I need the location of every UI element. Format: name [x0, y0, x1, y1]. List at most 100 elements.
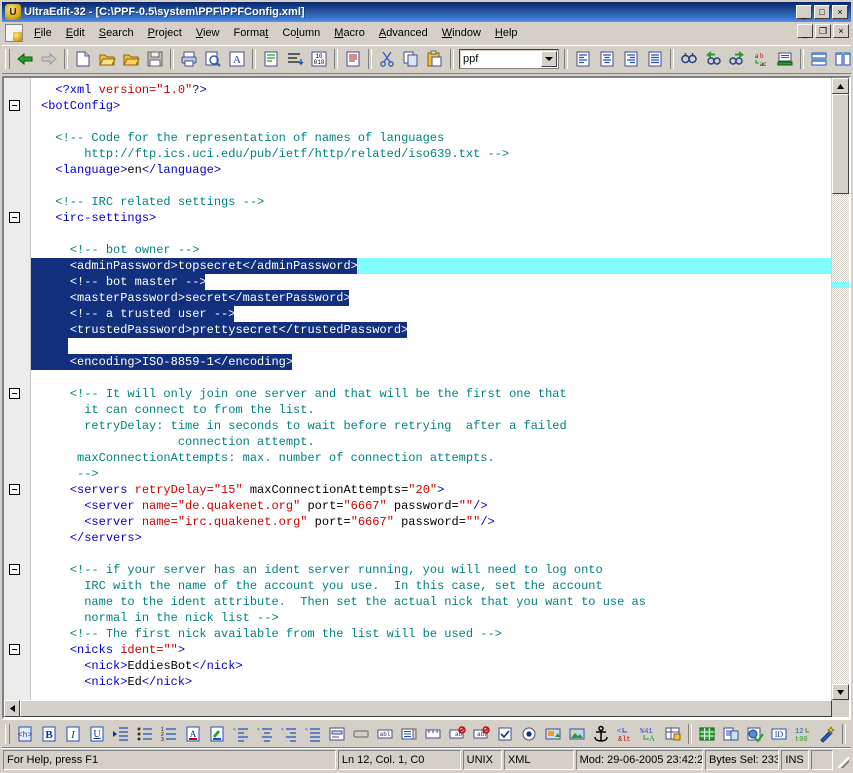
- code-line[interactable]: retryDelay: time in seconds to wait befo…: [41, 418, 567, 434]
- fold-toggle[interactable]: [9, 388, 20, 399]
- code-line[interactable]: </servers>: [41, 530, 142, 546]
- font-icon[interactable]: A: [225, 47, 249, 71]
- spell-check-icon[interactable]: [341, 47, 365, 71]
- code-line[interactable]: <!-- It will only join one server and th…: [41, 386, 567, 402]
- table-icon[interactable]: [695, 722, 719, 746]
- sort-icon[interactable]: [283, 47, 307, 71]
- menu-item-project[interactable]: Project: [141, 24, 189, 42]
- back-arrow-icon[interactable]: [13, 47, 37, 71]
- word-wrap-icon[interactable]: [259, 47, 283, 71]
- code-line[interactable]: <nicks ident="">: [41, 642, 185, 658]
- code-line[interactable]: [41, 338, 70, 354]
- button-icon[interactable]: [349, 722, 373, 746]
- code-line[interactable]: -->: [41, 466, 99, 482]
- bold-icon[interactable]: B: [37, 722, 61, 746]
- template-combo[interactable]: ppf: [459, 49, 559, 69]
- toolbar-grip[interactable]: [5, 724, 10, 744]
- listbox-icon[interactable]: [397, 722, 421, 746]
- close-button[interactable]: ×: [832, 5, 848, 19]
- toolbar-grip[interactable]: [5, 49, 10, 69]
- save-icon[interactable]: [143, 47, 167, 71]
- underline-icon[interactable]: U: [85, 722, 109, 746]
- menu-item-search[interactable]: Search: [92, 24, 141, 42]
- code-line[interactable]: <language>en</language>: [41, 162, 221, 178]
- maximize-button[interactable]: □: [814, 5, 830, 19]
- code-editor[interactable]: <?xml version="1.0"?> <botConfig> <!-- Co…: [31, 78, 831, 700]
- scroll-thumb[interactable]: [832, 94, 849, 194]
- menu-item-view[interactable]: View: [189, 24, 227, 42]
- fold-toggle[interactable]: [9, 100, 20, 111]
- password-field-icon[interactable]: ***: [421, 722, 445, 746]
- code-line[interactable]: <?xml version="1.0"?>: [41, 82, 206, 98]
- forward-arrow-icon[interactable]: [37, 47, 61, 71]
- chevron-down-icon[interactable]: [541, 51, 557, 67]
- para-left-icon[interactable]: <: [229, 722, 253, 746]
- menu-item-file[interactable]: File: [27, 24, 59, 42]
- bullet-list-icon[interactable]: [133, 722, 157, 746]
- resize-grip[interactable]: [835, 750, 851, 770]
- hex-edit-icon[interactable]: 10 010: [307, 47, 331, 71]
- table-lock-icon[interactable]: [661, 722, 685, 746]
- fold-toggle[interactable]: [9, 564, 20, 575]
- horizontal-scrollbar[interactable]: [4, 700, 849, 717]
- menu-item-macro[interactable]: Macro: [327, 24, 372, 42]
- code-line[interactable]: http://ftp.ics.uci.edu/pub/ietf/http/rel…: [41, 146, 509, 162]
- document-icon[interactable]: [5, 24, 23, 42]
- radio-button-icon[interactable]: [517, 722, 541, 746]
- align-center-icon[interactable]: [595, 47, 619, 71]
- status-syntax[interactable]: XML: [503, 750, 574, 770]
- menu-item-window[interactable]: Window: [435, 24, 488, 42]
- tile-vertical-icon[interactable]: [831, 47, 853, 71]
- code-line[interactable]: <!-- Code for the representation of name…: [41, 130, 444, 146]
- minimize-button[interactable]: _: [796, 5, 812, 19]
- fold-toggle[interactable]: [9, 644, 20, 655]
- menu-item-column[interactable]: Column: [275, 24, 327, 42]
- open-recent-icon[interactable]: [119, 47, 143, 71]
- code-line[interactable]: <!-- The first nick available from the l…: [41, 626, 502, 642]
- mdi-minimize-button[interactable]: _: [797, 24, 813, 38]
- code-line[interactable]: <server name="irc.quakenet.org" port="66…: [41, 514, 495, 530]
- world-check-icon[interactable]: [743, 722, 767, 746]
- code-line[interactable]: <!-- bot owner -->: [41, 242, 200, 258]
- id-tag-icon[interactable]: ID: [767, 722, 791, 746]
- hscroll-thumb[interactable]: [20, 700, 832, 717]
- align-left-icon[interactable]: [571, 47, 595, 71]
- print-preview-icon[interactable]: [201, 47, 225, 71]
- status-line-ending[interactable]: UNIX: [462, 750, 502, 770]
- code-line[interactable]: <!-- IRC related settings -->: [41, 194, 264, 210]
- find-previous-icon[interactable]: [701, 47, 725, 71]
- code-line[interactable]: <botConfig>: [41, 98, 120, 114]
- mdi-restore-button[interactable]: ❐: [815, 24, 831, 38]
- code-line[interactable]: <trustedPassword>prettysecret</trustedPa…: [41, 322, 408, 338]
- template-combo-value[interactable]: ppf: [460, 53, 541, 65]
- numbered-list-icon[interactable]: 123: [157, 722, 181, 746]
- code-line[interactable]: <nick>EddiesBot</nick>: [41, 658, 242, 674]
- mdi-close-button[interactable]: ×: [833, 24, 849, 38]
- new-file-icon[interactable]: [71, 47, 95, 71]
- reset-field2-icon[interactable]: abr: [469, 722, 493, 746]
- align-right-icon[interactable]: [619, 47, 643, 71]
- wizard-icon[interactable]: [815, 722, 839, 746]
- find-next-icon[interactable]: [725, 47, 749, 71]
- fold-toggle[interactable]: [9, 212, 20, 223]
- code-line[interactable]: it can connect to from the list.: [41, 402, 314, 418]
- anchor-icon[interactable]: [589, 722, 613, 746]
- code-line[interactable]: normal in the nick list -->: [41, 610, 278, 626]
- replace-icon[interactable]: a b ac: [749, 47, 773, 71]
- vertical-scrollbar[interactable]: [831, 78, 849, 700]
- code-line[interactable]: <server name="de.quakenet.org" port="666…: [41, 498, 487, 514]
- menu-item-help[interactable]: Help: [488, 24, 525, 42]
- fold-margin[interactable]: [4, 78, 31, 700]
- code-line[interactable]: <!-- a trusted user -->: [41, 306, 236, 322]
- tile-horizontal-icon[interactable]: [807, 47, 831, 71]
- menu-item-format[interactable]: Format: [227, 24, 276, 42]
- status-insert-mode[interactable]: INS: [781, 750, 809, 770]
- scroll-track[interactable]: [832, 94, 849, 684]
- picture-icon[interactable]: [565, 722, 589, 746]
- entity-icon[interactable]: < &lt: [613, 722, 637, 746]
- align-justify-icon[interactable]: [643, 47, 667, 71]
- code-line[interactable]: <!-- if your server has an ident server …: [41, 562, 603, 578]
- menu-item-edit[interactable]: Edit: [59, 24, 92, 42]
- italic-icon[interactable]: I: [61, 722, 85, 746]
- para-center-icon[interactable]: <: [253, 722, 277, 746]
